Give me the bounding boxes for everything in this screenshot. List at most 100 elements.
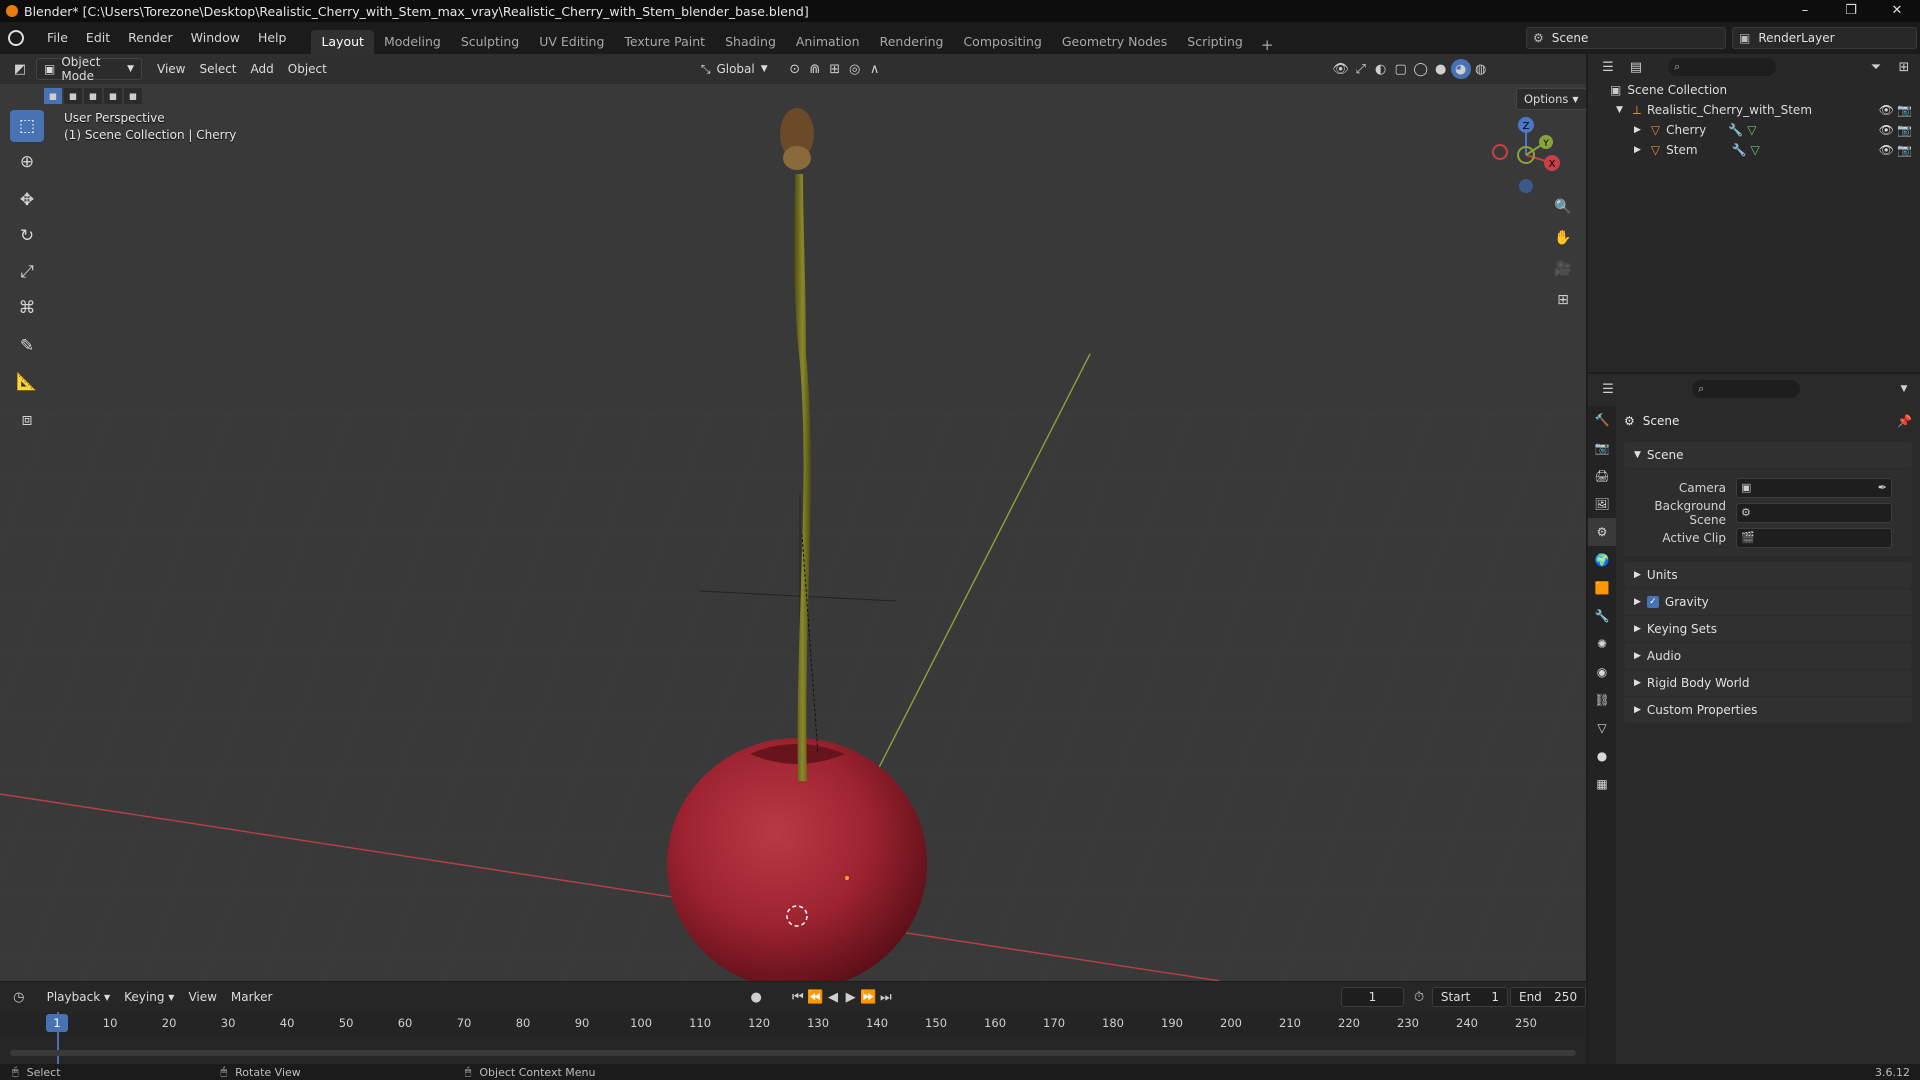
annotate-tool[interactable]: ✎: [10, 330, 44, 362]
view-layer-selector[interactable]: ▣ RenderLayer: [1732, 27, 1917, 49]
tab-texture-paint[interactable]: Texture Paint: [614, 30, 715, 54]
eye-icon[interactable]: 👁: [1879, 143, 1894, 157]
stopwatch-icon[interactable]: ⏱: [1410, 987, 1428, 1007]
outliner-editor-icon[interactable]: ☰: [1598, 57, 1618, 77]
start-frame-field[interactable]: Start 1: [1431, 987, 1508, 1007]
pivot-point-icon[interactable]: ⊙: [785, 59, 805, 79]
menu-timeline-view[interactable]: View: [181, 986, 223, 1008]
pan-hand-icon[interactable]: ✋: [1550, 225, 1576, 251]
tab-scripting[interactable]: Scripting: [1177, 30, 1253, 54]
expand-arrow-icon[interactable]: ▼: [1616, 105, 1623, 115]
transform-tool[interactable]: ⌘: [10, 292, 44, 324]
select-new-icon[interactable]: ▪: [44, 88, 62, 104]
select-box-tool[interactable]: ⬚: [10, 110, 44, 142]
eye-icon[interactable]: 👁: [1879, 123, 1894, 137]
timeline-ruler[interactable]: 1 10 20 30 40 50 60 70 80 90 100 110 120 130 140 150 160…: [0, 1012, 1586, 1034]
constraints-tab-icon[interactable]: ⛓: [1588, 686, 1616, 714]
panel-units-header[interactable]: ▶ Units: [1624, 562, 1912, 588]
object-tab-icon[interactable]: 🟧: [1588, 574, 1616, 602]
next-keyframe-icon[interactable]: ⏩: [859, 987, 877, 1007]
zoom-icon[interactable]: 🔍: [1550, 194, 1576, 220]
eyedropper-icon[interactable]: ✒: [1878, 481, 1887, 494]
panel-audio-header[interactable]: ▶ Audio: [1624, 643, 1912, 669]
timeline-scrollbar[interactable]: [10, 1050, 1576, 1056]
scene-selector[interactable]: ⚙ Scene: [1526, 27, 1726, 49]
close-window-button[interactable]: ✕: [1874, 0, 1920, 22]
menu-marker[interactable]: Marker: [224, 986, 279, 1008]
render-tab-icon[interactable]: 📷: [1588, 434, 1616, 462]
rendered-shading-icon[interactable]: ◍: [1471, 59, 1491, 79]
add-cube-tool[interactable]: ⧈: [10, 404, 44, 436]
overlay-toggle-icon[interactable]: ◐: [1371, 59, 1391, 79]
panel-gravity-header[interactable]: ▶ ✓ Gravity: [1624, 589, 1912, 615]
editor-type-icon[interactable]: ◩: [10, 59, 30, 79]
menu-view[interactable]: View: [150, 58, 192, 80]
auto-keying-icon[interactable]: ●: [747, 987, 765, 1007]
tab-rendering[interactable]: Rendering: [870, 30, 954, 54]
properties-editor-icon[interactable]: ☰: [1598, 379, 1618, 399]
gravity-checkbox[interactable]: ✓: [1646, 596, 1659, 608]
background-scene-field[interactable]: ⚙: [1736, 502, 1892, 523]
physics-tab-icon[interactable]: ◉: [1588, 658, 1616, 686]
output-tab-icon[interactable]: 🖨: [1588, 462, 1616, 490]
expand-arrow-icon[interactable]: ▶: [1634, 145, 1641, 155]
filter-icon[interactable]: ⏷: [1866, 57, 1886, 77]
scale-tool[interactable]: ⤢: [10, 256, 44, 288]
world-tab-icon[interactable]: 🌍: [1588, 546, 1616, 574]
outliner-row-scene-collection[interactable]: ▣ Scene Collection: [1588, 80, 1920, 100]
panel-keying-sets-header[interactable]: ▶ Keying Sets: [1624, 616, 1912, 642]
outliner-row-stem[interactable]: ▶ ▽ Stem 🔧 ▽ 👁 📷: [1588, 140, 1920, 160]
panel-scene-header[interactable]: ▼ Scene: [1624, 442, 1912, 468]
view-layer-tab-icon[interactable]: 🖼: [1588, 490, 1616, 518]
maximize-button[interactable]: ❐: [1828, 0, 1874, 22]
solid-shading-icon[interactable]: ●: [1431, 59, 1451, 79]
timeline-editor-icon[interactable]: ◷: [10, 987, 28, 1007]
scene-tab-icon[interactable]: ⚙: [1588, 518, 1616, 546]
tab-sculpting[interactable]: Sculpting: [451, 30, 529, 54]
3d-viewport[interactable]: ◩ ▣ Object Mode ▼ View Select Add Object…: [0, 54, 1586, 981]
jump-start-icon[interactable]: ⏮: [789, 987, 807, 1007]
xray-icon[interactable]: ▢: [1391, 59, 1411, 79]
mode-dropdown[interactable]: ▣ Object Mode ▼: [36, 55, 142, 83]
texture-tab-icon[interactable]: ▦: [1588, 770, 1616, 798]
rotate-tool[interactable]: ↻: [10, 220, 44, 252]
gizmo-toggle-icon[interactable]: ⤢: [1351, 59, 1371, 79]
blender-menu-icon[interactable]: [8, 30, 24, 46]
data-tab-icon[interactable]: ▽: [1588, 714, 1616, 742]
tool-tab-icon[interactable]: 🔨: [1588, 406, 1616, 434]
modifier-tab-icon[interactable]: 🔧: [1588, 602, 1616, 630]
play-reverse-icon[interactable]: ◀: [824, 987, 842, 1007]
move-tool[interactable]: ✥: [10, 184, 44, 216]
eye-icon[interactable]: 👁: [1879, 103, 1894, 117]
options-dropdown[interactable]: Options ▼: [1516, 88, 1586, 110]
material-preview-icon[interactable]: ◕: [1450, 59, 1471, 79]
snap-target-icon[interactable]: ⊞: [825, 59, 845, 79]
cursor-tool[interactable]: ⊕: [10, 146, 44, 178]
add-workspace-button[interactable]: +: [1253, 36, 1282, 54]
wireframe-shading-icon[interactable]: ◯: [1411, 59, 1431, 79]
menu-edit[interactable]: Edit: [77, 22, 119, 54]
properties-search-input[interactable]: ⌕: [1692, 380, 1800, 398]
tab-shading[interactable]: Shading: [715, 30, 786, 54]
camera-icon[interactable]: 📷: [1897, 123, 1912, 137]
camera-view-icon[interactable]: 🎥: [1550, 256, 1576, 282]
tab-compositing[interactable]: Compositing: [953, 30, 1051, 54]
current-frame-field[interactable]: 1: [1340, 987, 1405, 1007]
ortho-grid-icon[interactable]: ⊞: [1550, 287, 1576, 313]
material-tab-icon[interactable]: ●: [1588, 742, 1616, 770]
falloff-icon[interactable]: ∧: [865, 59, 885, 79]
menu-object[interactable]: Object: [281, 58, 334, 80]
minimize-button[interactable]: –: [1782, 0, 1828, 22]
menu-render[interactable]: Render: [119, 22, 182, 54]
expand-arrow-icon[interactable]: ▶: [1634, 125, 1641, 135]
select-subtract-icon[interactable]: ▪: [84, 88, 102, 104]
camera-icon[interactable]: 📷: [1897, 143, 1912, 157]
measure-tool[interactable]: 📐: [10, 366, 44, 398]
outliner-row-cherry[interactable]: ▶ ▽ Cherry 🔧 ▽ 👁 📷: [1588, 120, 1920, 140]
jump-end-icon[interactable]: ⏭: [877, 987, 895, 1007]
panel-rigid-body-world-header[interactable]: ▶ Rigid Body World: [1624, 670, 1912, 696]
proportional-edit-icon[interactable]: ◎: [845, 59, 865, 79]
play-icon[interactable]: ▶: [842, 987, 860, 1007]
tab-animation[interactable]: Animation: [786, 30, 870, 54]
snap-icon[interactable]: ⋒: [805, 59, 825, 79]
